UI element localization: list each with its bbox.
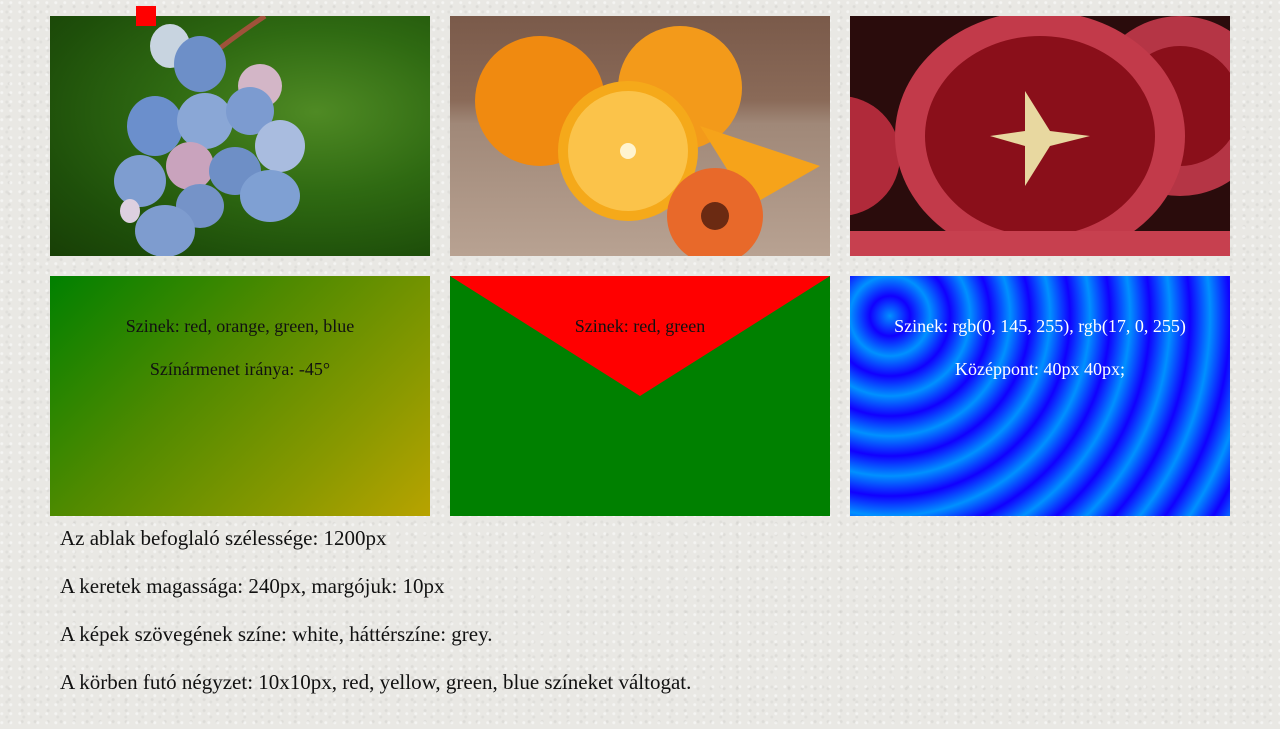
pomegranate-image bbox=[850, 16, 1230, 256]
oranges-illustration bbox=[475, 26, 820, 256]
note-frame-height: A keretek magassága: 240px, margójuk: 10… bbox=[60, 574, 445, 598]
pomegranate-illustration bbox=[850, 16, 1230, 256]
notes-section: Az ablak befoglaló szélessége: 1200px A … bbox=[60, 526, 691, 718]
radial-gradient-colors-label: Szinek: rgb(0, 145, 255), rgb(17, 0, 255… bbox=[894, 316, 1186, 336]
note-moving-square: A körben futó négyzet: 10x10px, red, yel… bbox=[60, 670, 692, 694]
radial-gradient-center-label: Középpont: 40px 40px; bbox=[955, 359, 1125, 379]
note-window-width: Az ablak befoglaló szélessége: 1200px bbox=[60, 526, 387, 550]
linear-gradient-box: Szinek: red, orange, green, blue Színárm… bbox=[50, 276, 430, 516]
moving-square bbox=[136, 6, 156, 26]
red-triangle-shape bbox=[450, 276, 830, 396]
note-image-text-color: A képek szövegének színe: white, háttérs… bbox=[60, 622, 493, 646]
blueberries-image bbox=[50, 16, 430, 256]
linear-gradient-colors-label: Szinek: red, orange, green, blue bbox=[125, 316, 355, 336]
conic-gradient-colors-label: Szinek: red, green bbox=[574, 316, 706, 336]
blueberries-illustration bbox=[114, 16, 305, 256]
linear-gradient-direction-label: Színármenet iránya: -45° bbox=[149, 359, 331, 379]
oranges-image bbox=[450, 16, 830, 256]
radial-gradient-box: Szinek: rgb(0, 145, 255), rgb(17, 0, 255… bbox=[850, 276, 1230, 516]
conic-gradient-box: Szinek: red, green bbox=[450, 276, 830, 516]
